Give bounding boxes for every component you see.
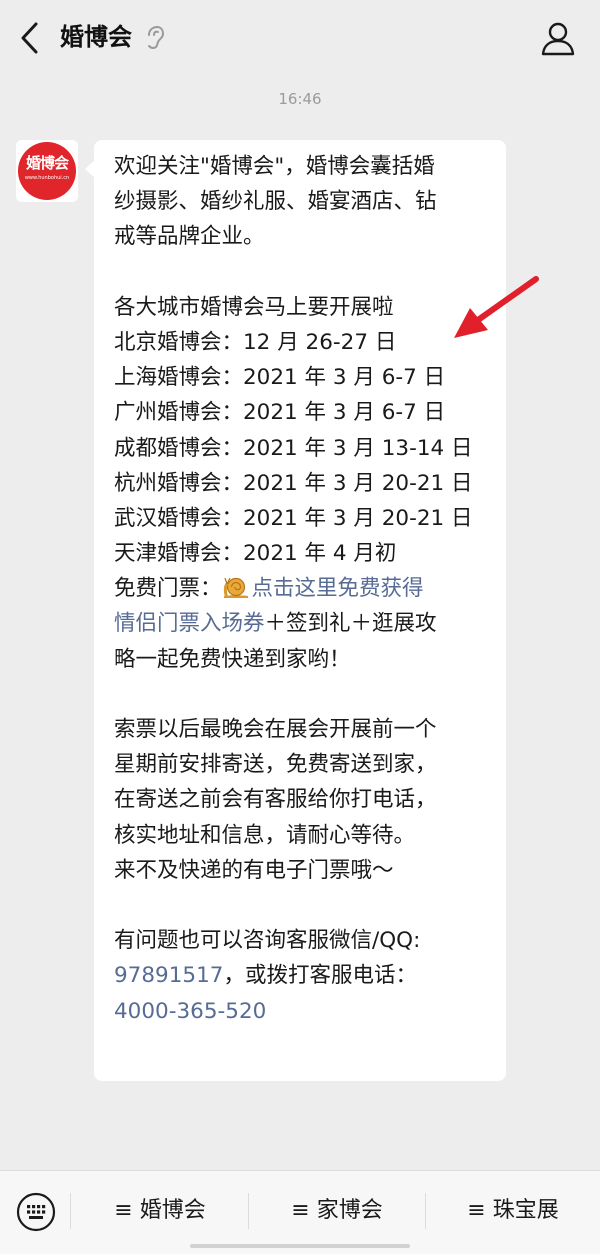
city-line-wuhan: 武汉婚博会：2021 年 3 月 20-21 日: [114, 505, 473, 531]
free-ticket-link-cont[interactable]: 情侣门票入场券: [114, 611, 265, 636]
message-line: 欢迎关注"婚博会"，婚博会囊括婚: [114, 154, 435, 179]
delivery-line: 核实地址和信息，请耐心等待。: [114, 822, 416, 848]
keyboard-toggle-button[interactable]: [16, 1192, 56, 1232]
message-timestamp: 16:46: [278, 90, 322, 108]
message-text: 欢迎关注"婚博会"，婚博会囊括婚 纱摄影、婚纱礼服、婚宴酒店、钻 戒等品牌企业。…: [114, 149, 496, 1029]
contact-line-2: 97891517，或拨打客服电话：: [114, 958, 496, 993]
menu-item-jiabohui[interactable]: ≡ 家博会: [249, 1189, 425, 1233]
phone-number-link[interactable]: 4000-365-520: [114, 999, 266, 1024]
back-button[interactable]: [14, 18, 48, 58]
ticket-suffix: ＋签到礼＋逛展攻: [264, 611, 437, 637]
delivery-line: 在寄送之前会有客服给你打电话，: [114, 787, 437, 813]
snail-emoji-icon: [223, 577, 248, 599]
message-line: 戒等品牌企业。: [114, 224, 265, 250]
city-line-guangzhou: 广州婚博会：2021 年 3 月 6-7 日: [114, 400, 446, 426]
city-line-tianjin: 天津婚博会：2021 年 4 月初: [114, 541, 397, 567]
free-ticket-link[interactable]: 点击这里免费获得: [252, 576, 424, 601]
ticket-line-3: 略一起免费快递到家哟！: [114, 646, 351, 672]
home-indicator[interactable]: [190, 1244, 410, 1248]
chat-title: 婚博会: [60, 23, 132, 51]
city-line-chengdu: 成都婚博会：2021 年 3 月 13-14 日: [114, 435, 473, 461]
qq-number-link[interactable]: 97891517: [114, 963, 223, 988]
contact-mid: ，或拨打客服电话：: [223, 963, 417, 989]
menu-divider: [70, 1193, 71, 1229]
menu-item-zhubaozhan[interactable]: ≡ 珠宝展: [426, 1189, 600, 1233]
contact-line-3: 4000-365-520: [114, 994, 496, 1029]
person-icon: [541, 22, 575, 56]
title-bar: 婚博会: [0, 0, 600, 80]
city-line-shanghai: 上海婚博会：2021 年 3 月 6-7 日: [114, 365, 446, 391]
ear-icon: [148, 25, 165, 50]
ticket-prefix: 免费门票：: [114, 576, 222, 602]
city-line-beijing: 北京婚博会：12 月 26-27 日: [114, 329, 397, 355]
red-arrow-icon: [454, 276, 539, 338]
avatar-logo: 婚博会 www.hunbohui.cn: [18, 142, 76, 200]
ticket-line-2: 情侣门票入场券＋签到礼＋逛展攻: [114, 606, 496, 641]
city-line-hangzhou: 杭州婚博会：2021 年 3 月 20-21 日: [114, 470, 473, 496]
delivery-line: 索票以后最晚会在展会开展前一个: [114, 717, 437, 742]
delivery-line: 星期前安排寄送，免费寄送到家，: [114, 752, 437, 778]
avatar-logo-url: www.hunbohui.cn: [24, 175, 70, 181]
contact-line: 有问题也可以咨询客服微信/QQ:: [114, 928, 421, 954]
ticket-line: 免费门票： 点击这里免费获得: [114, 571, 496, 606]
sender-avatar[interactable]: 婚博会 www.hunbohui.cn: [16, 140, 78, 202]
menu-item-hunbohui[interactable]: ≡ 婚博会: [72, 1189, 248, 1233]
delivery-line: 来不及快递的有电子门票哦～: [114, 857, 394, 883]
cities-title: 各大城市婚博会马上要开展啦: [114, 294, 394, 320]
message-line: 纱摄影、婚纱礼服、婚宴酒店、钻: [114, 189, 437, 215]
back-chevron-icon: [21, 22, 38, 54]
profile-button[interactable]: [539, 20, 577, 58]
avatar-logo-text: 婚博会: [25, 154, 69, 172]
bottom-menu-bar: ≡ 婚博会 ≡ 家博会 ≡ 珠宝展: [0, 1170, 600, 1254]
keyboard-icon: [16, 1192, 56, 1232]
message-bubble: 欢迎关注"婚博会"，婚博会囊括婚 纱摄影、婚纱礼服、婚宴酒店、钻 戒等品牌企业。…: [85, 140, 506, 1081]
